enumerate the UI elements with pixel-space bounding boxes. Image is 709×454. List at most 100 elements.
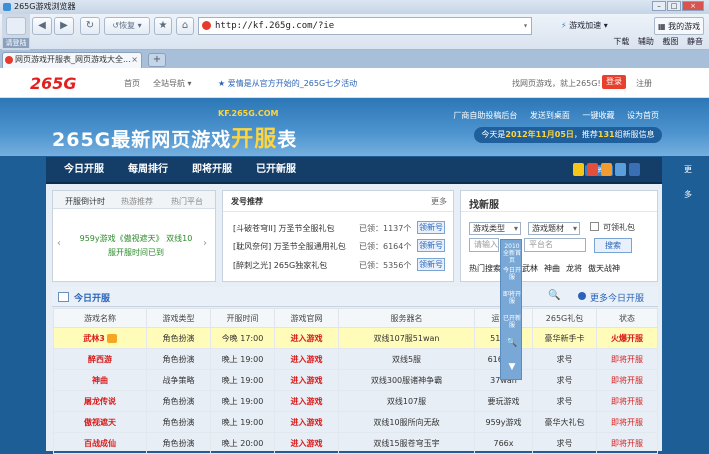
rss-icon[interactable] bbox=[601, 163, 612, 176]
gift-cell[interactable]: 求号 bbox=[532, 348, 597, 370]
platform-input[interactable]: 平台名 bbox=[524, 238, 586, 252]
open-time-cell: 今晚 17:00 bbox=[210, 327, 275, 349]
gift-claim-button[interactable]: 领新号 bbox=[417, 221, 445, 234]
quick-search-aotian[interactable]: 傲天战神 bbox=[588, 263, 620, 274]
nav-upcoming[interactable]: 即将开服 bbox=[192, 157, 232, 182]
tab-hot-platforms[interactable]: 热门平台 bbox=[171, 196, 203, 207]
tab-close-icon[interactable]: × bbox=[131, 53, 138, 67]
new-tab-button[interactable]: + bbox=[148, 53, 166, 67]
back-button[interactable]: ◀ bbox=[32, 17, 52, 35]
nav-today[interactable]: 今日开服 bbox=[64, 157, 104, 182]
address-dropdown-icon[interactable]: ▾ bbox=[523, 18, 528, 34]
refresh-button[interactable]: ↻ bbox=[80, 17, 100, 35]
forward-button[interactable]: ▶ bbox=[54, 17, 74, 35]
enter-game-link[interactable]: 进入游戏 bbox=[274, 432, 339, 454]
gift-item-name[interactable]: [耽风奈何] 万圣节全服通用礼包 bbox=[233, 241, 346, 252]
download-button[interactable]: 下载 bbox=[613, 37, 629, 46]
banner-title-main: 265G最新网页游戏 bbox=[52, 129, 232, 151]
enter-game-link[interactable]: 进入游戏 bbox=[274, 327, 339, 349]
search-icon[interactable]: 🔍 bbox=[548, 290, 560, 301]
weibo-icon[interactable] bbox=[587, 163, 598, 176]
game-type-select[interactable]: 游戏类型 ▾ bbox=[469, 222, 521, 235]
game-name-cell[interactable]: 百战成仙 bbox=[53, 432, 147, 454]
gift-claim-button[interactable]: 领新号 bbox=[417, 258, 445, 271]
mute-button[interactable]: 静音 bbox=[687, 37, 703, 46]
gift-cell[interactable]: 求号 bbox=[532, 369, 597, 391]
today-servers-table: 游戏名称 游戏类型 开服时间 游戏官网 服务器名 运营商 265G礼包 状态 武… bbox=[53, 308, 658, 454]
nav-home[interactable]: 首页 bbox=[124, 78, 140, 89]
enter-game-link[interactable]: 进入游戏 bbox=[274, 369, 339, 391]
tab-active[interactable]: 网页游戏开服表_网页游戏大全... × bbox=[2, 52, 142, 68]
game-name-cell[interactable]: 醉西游 bbox=[53, 348, 147, 370]
nav-opened[interactable]: 已开新服 bbox=[256, 157, 296, 182]
status-cell: 火爆开服 bbox=[596, 327, 658, 349]
gift-more-link[interactable]: 更多 bbox=[431, 196, 447, 207]
address-text: http://kf.265g.com/?ie bbox=[215, 21, 335, 31]
share-more-link[interactable]: 更多 bbox=[684, 157, 692, 207]
game-name-cell[interactable]: 傲视遮天 bbox=[53, 411, 147, 433]
sidebar-today[interactable]: 今日开服 bbox=[502, 267, 522, 281]
sidebar-upcoming[interactable]: 即将开服 bbox=[502, 291, 522, 305]
sidebar-search-icon[interactable]: 🔍 bbox=[502, 339, 522, 348]
qzone-icon[interactable] bbox=[573, 163, 584, 176]
open-time-cell: 晚上 19:00 bbox=[210, 369, 275, 391]
gift-cell[interactable]: 豪华大礼包 bbox=[532, 411, 597, 433]
enter-game-link[interactable]: 进入游戏 bbox=[274, 390, 339, 412]
sidebar-opened[interactable]: 已开新服 bbox=[502, 315, 522, 329]
browser-toolbar: 请登陆 ◀ ▶ ↻ ↺恢复 ▾ ★ ⌂ http://kf.265g.com/?… bbox=[0, 14, 709, 50]
renren-icon[interactable] bbox=[629, 163, 640, 176]
nav-weekly[interactable]: 每周排行 bbox=[128, 157, 168, 182]
quick-search-longjiang[interactable]: 龙将 bbox=[566, 263, 582, 274]
tab-hot-games[interactable]: 热游推荐 bbox=[121, 196, 153, 207]
register-link[interactable]: 注册 bbox=[636, 78, 652, 89]
sidebar-new-home[interactable]: 2010全新首页 bbox=[502, 243, 522, 264]
home-button[interactable]: ⌂ bbox=[176, 17, 194, 35]
site-logo[interactable]: 265G bbox=[30, 74, 77, 93]
search-button[interactable]: 搜索 bbox=[594, 238, 632, 253]
screenshot-button[interactable]: 截图 bbox=[662, 37, 678, 46]
tab-countdown[interactable]: 开服倒计时 bbox=[65, 196, 105, 207]
tab-label: 网页游戏开服表_网页游戏大全... bbox=[15, 55, 131, 64]
gift-item-name[interactable]: [醉刺之光] 265G独家礼包 bbox=[233, 260, 327, 271]
quick-search-shenqu[interactable]: 神曲 bbox=[544, 263, 560, 274]
enter-game-link[interactable]: 进入游戏 bbox=[274, 411, 339, 433]
gift-cell[interactable]: 豪华新手卡 bbox=[532, 327, 597, 349]
sidebar-down-icon[interactable]: ▼ bbox=[502, 363, 522, 372]
close-icon[interactable]: × bbox=[682, 1, 704, 11]
submit-link[interactable]: 厂商自助投稿后台 bbox=[453, 111, 517, 120]
gift-cell[interactable]: 求号 bbox=[532, 390, 597, 412]
game-name-cell[interactable]: 神曲 bbox=[53, 369, 147, 391]
maximize-icon[interactable]: □ bbox=[667, 1, 681, 11]
bookmark-link[interactable]: 一键收藏 bbox=[582, 111, 614, 120]
quick-search-wulin[interactable]: 武林 bbox=[522, 263, 538, 274]
gift-cell[interactable]: 求号 bbox=[532, 432, 597, 454]
gift-item-name[interactable]: [斗破苍穹II] 万圣节全服礼包 bbox=[233, 223, 335, 234]
today-more-link[interactable]: 更多今日开服 bbox=[590, 291, 644, 304]
game-type-cell: 角色扮演 bbox=[146, 432, 211, 454]
assist-button[interactable]: 辅助 bbox=[638, 37, 654, 46]
gift-checkbox[interactable] bbox=[590, 222, 599, 231]
nav-all[interactable]: 全站导航 ▾ bbox=[153, 78, 192, 89]
search-input[interactable]: 请输入 bbox=[469, 238, 499, 252]
game-name-cell[interactable]: 屠龙传说 bbox=[53, 390, 147, 412]
next-arrow-icon[interactable]: › bbox=[203, 238, 207, 249]
enter-game-link[interactable]: 进入游戏 bbox=[274, 348, 339, 370]
col-header-status: 状态 bbox=[596, 308, 658, 328]
prev-arrow-icon[interactable]: ‹ bbox=[57, 238, 61, 249]
desktop-link[interactable]: 发送到桌面 bbox=[530, 111, 570, 120]
kaixin-icon[interactable] bbox=[615, 163, 626, 176]
promo-link[interactable]: ★ 爱情是从官方开始的_265G七夕活动 bbox=[218, 78, 357, 89]
restore-button[interactable]: ↺恢复 ▾ bbox=[104, 17, 150, 35]
login-button[interactable]: 登录 bbox=[602, 75, 626, 89]
gift-claim-button[interactable]: 领新号 bbox=[417, 239, 445, 252]
address-bar[interactable]: http://kf.265g.com/?ie ▾ bbox=[198, 17, 532, 35]
game-name-cell[interactable]: 武林3 bbox=[53, 327, 147, 349]
minimize-icon[interactable]: – bbox=[652, 1, 666, 11]
user-login-box[interactable]: 请登陆 bbox=[2, 14, 30, 50]
my-games-button[interactable]: ▦ 我的游戏 bbox=[654, 17, 705, 35]
game-theme-select[interactable]: 游戏题材 ▾ bbox=[528, 222, 580, 235]
countdown-text[interactable]: 959y游戏《傲视遮天》 双线10服开服时间已到 bbox=[79, 232, 193, 260]
favorite-star-button[interactable]: ★ bbox=[154, 17, 172, 35]
homepage-link[interactable]: 设为首页 bbox=[627, 111, 659, 120]
game-accel-button[interactable]: ⚡ 游戏加速 ▾ bbox=[561, 17, 608, 35]
